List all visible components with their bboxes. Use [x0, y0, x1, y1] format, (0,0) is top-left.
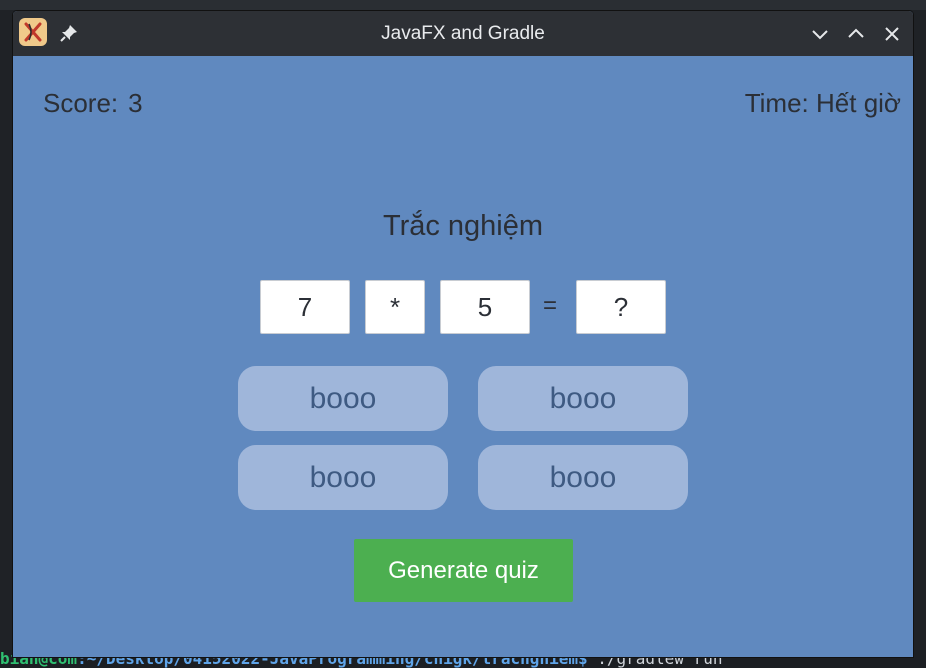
operator-field[interactable]: * [365, 280, 425, 334]
minimize-button[interactable] [809, 23, 831, 45]
window-title: JavaFX and Gradle [381, 23, 545, 44]
quiz-title: Trắc nghiệm [382, 210, 544, 242]
chevron-down-icon [812, 30, 828, 40]
time-value: Hết giờ [816, 88, 901, 118]
time-display: Time: Hết giờ [745, 88, 901, 119]
maximize-button[interactable] [845, 23, 867, 45]
score-label: Score: [43, 88, 119, 118]
background-terminal-left [0, 10, 14, 650]
generate-quiz-button[interactable]: Generate quiz [354, 539, 573, 602]
app-window: JavaFX and Gradle Score: 3 Time: Hết giờ … [13, 11, 913, 657]
game-panel: Score: 3 Time: Hết giờ Trắc nghiệm 7 * 5 … [13, 56, 913, 657]
answer-button-1[interactable]: booo [238, 366, 448, 431]
answer-button-3[interactable]: booo [238, 445, 448, 510]
background-terminal-right [912, 10, 926, 650]
time-label: Time: [744, 88, 809, 118]
answer-button-2[interactable]: booo [478, 366, 688, 431]
background-desktop-strip [0, 0, 926, 10]
score-display: Score: 3 [43, 88, 143, 119]
title-bar[interactable]: JavaFX and Gradle [13, 11, 913, 56]
equals-sign: = [543, 292, 558, 319]
chevron-up-icon [848, 28, 864, 38]
answer-button-4[interactable]: booo [478, 445, 688, 510]
score-value: 3 [128, 88, 143, 118]
close-button[interactable] [881, 23, 903, 45]
operand-1-field[interactable]: 7 [260, 280, 350, 334]
answer-field[interactable]: ? [576, 280, 666, 334]
close-icon [885, 27, 899, 41]
operand-2-field[interactable]: 5 [440, 280, 530, 334]
